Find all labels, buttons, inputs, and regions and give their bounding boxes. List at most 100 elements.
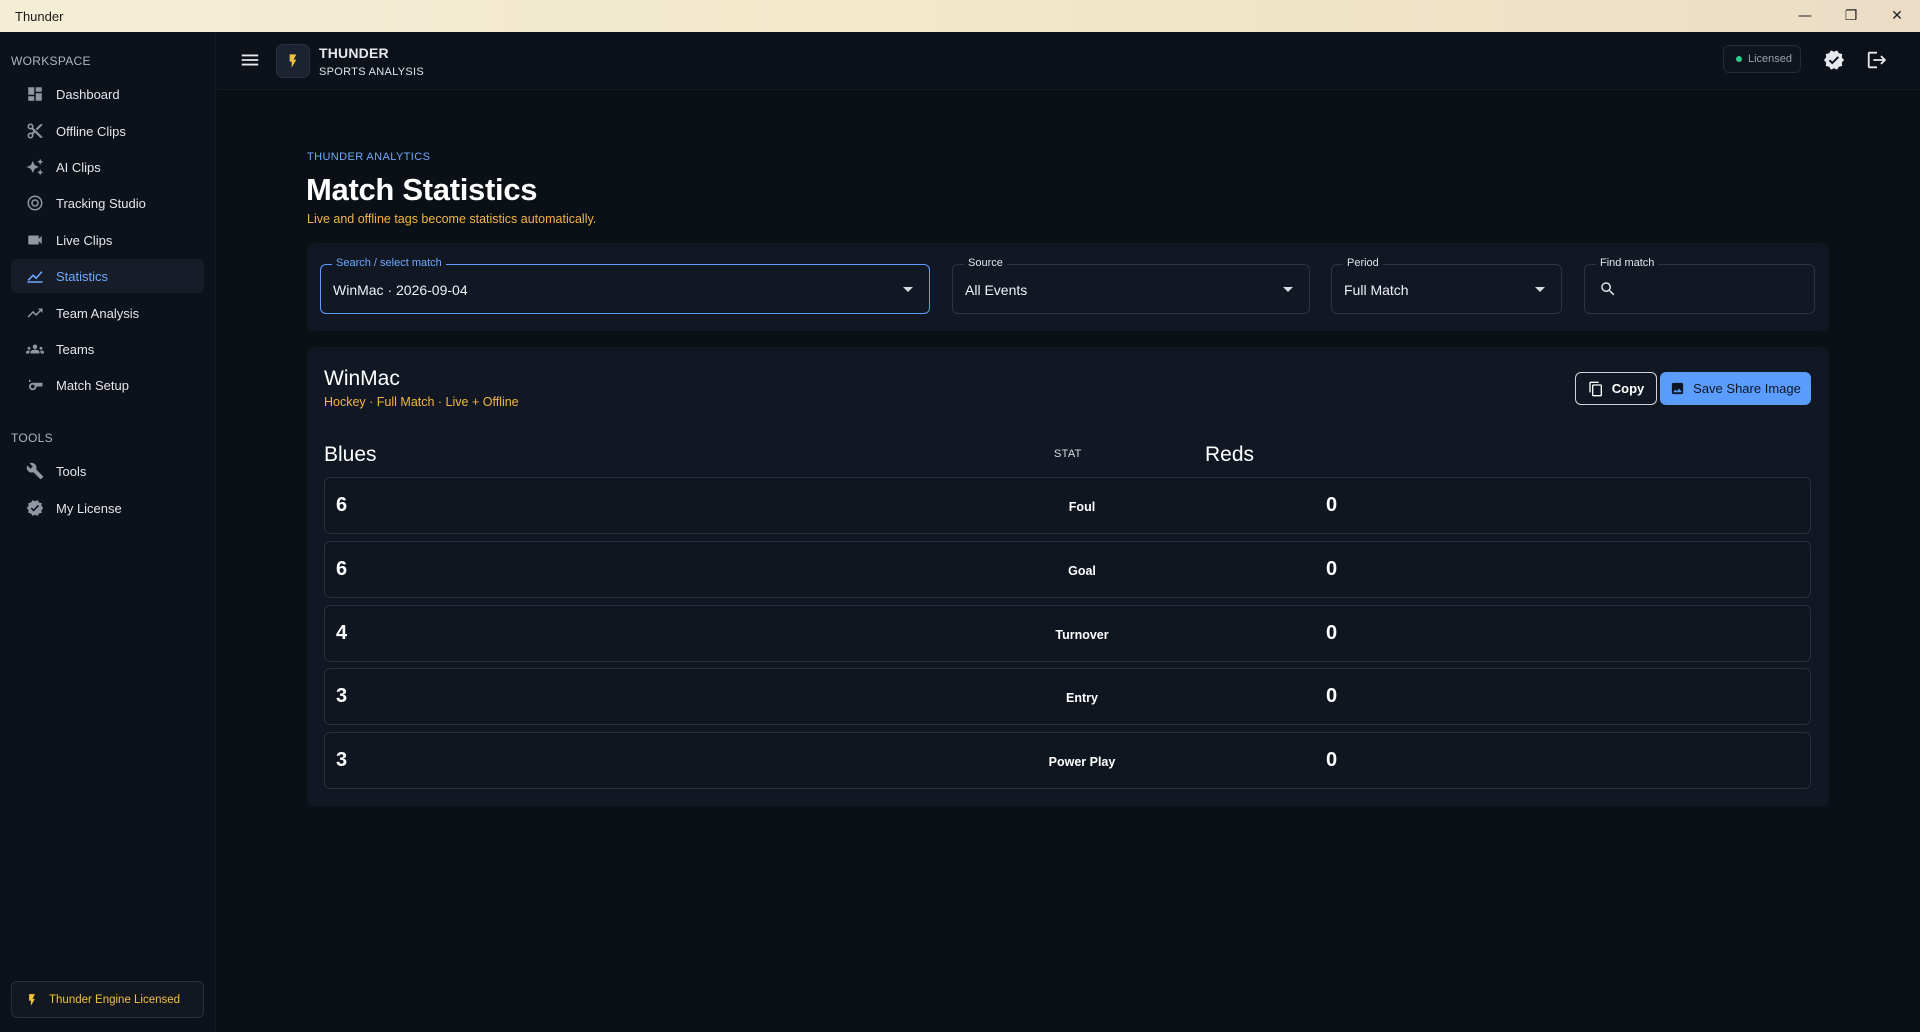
sidebar-item-tools[interactable]: Tools xyxy=(11,454,204,488)
sidebar-item-tracking-studio[interactable]: Tracking Studio xyxy=(11,186,204,220)
period-select[interactable]: Period Full Match xyxy=(1331,257,1562,314)
copy-icon xyxy=(1589,381,1602,396)
chevron-down-icon xyxy=(1535,287,1545,292)
sidebar-item-dashboard[interactable]: Dashboard xyxy=(11,77,204,111)
sidebar-item-teams[interactable]: Teams xyxy=(11,332,204,366)
sidebar-item-label: Statistics xyxy=(56,268,109,284)
left-team-value: 6 xyxy=(336,494,348,516)
license-status-badge: Licensed xyxy=(1723,45,1801,73)
sidebar-item-label: Tracking Studio xyxy=(56,195,146,211)
app-logo xyxy=(276,44,310,78)
lightning-icon xyxy=(25,993,39,1007)
logout-button[interactable] xyxy=(1866,49,1888,71)
sidebar-item-offline-clips[interactable]: Offline Clips xyxy=(11,114,204,148)
lightning-icon xyxy=(289,54,297,68)
stat-name: Foul xyxy=(1068,500,1096,514)
sidebar-item-label: My License xyxy=(56,500,122,516)
sidebar-item-live-clips[interactable]: Live Clips xyxy=(11,223,204,257)
sidebar-item-label: Tools xyxy=(56,463,87,479)
sidebar-item-match-setup[interactable]: Match Setup xyxy=(11,368,204,402)
sidebar: WORKSPACE Dashboard Offline Clips AI Cli… xyxy=(0,32,216,1032)
stat-name: Power Play xyxy=(1048,755,1116,769)
right-team-value: 0 xyxy=(1326,558,1338,580)
close-button[interactable]: ✕ xyxy=(1874,0,1920,32)
stat-row: 4 Turnover 0 xyxy=(324,605,1811,662)
find-match-input[interactable]: Find match xyxy=(1584,257,1815,314)
match-select-label: Search / select match xyxy=(332,257,446,269)
menu-toggle-button[interactable] xyxy=(239,49,261,76)
save-share-image-label: Save Share Image xyxy=(1693,381,1801,396)
brand-title: THUNDER xyxy=(319,45,389,61)
engine-license-badge: Thunder Engine Licensed xyxy=(11,981,204,1018)
video-camera-icon xyxy=(25,230,45,250)
stat-row: 6 Goal 0 xyxy=(324,541,1811,598)
match-name: WinMac xyxy=(324,367,400,390)
source-select-value: All Events xyxy=(965,282,1028,298)
match-stats-card: WinMac Hockey · Full Match · Live + Offl… xyxy=(307,347,1829,806)
chevron-down-icon xyxy=(1283,287,1293,292)
stat-name: Goal xyxy=(1068,564,1096,578)
sidebar-item-label: Team Analysis xyxy=(56,305,140,321)
right-team-value: 0 xyxy=(1326,622,1338,644)
dashboard-icon xyxy=(25,84,45,104)
sidebar-item-label: AI Clips xyxy=(56,159,101,175)
sidebar-item-my-license[interactable]: My License xyxy=(11,491,204,525)
image-icon xyxy=(1672,382,1684,395)
right-team-value: 0 xyxy=(1326,685,1338,707)
match-select[interactable]: Search / select match WinMac · 2026-09-0… xyxy=(320,257,930,314)
match-select-value: WinMac · 2026-09-04 xyxy=(333,282,468,298)
match-meta: Hockey · Full Match · Live + Offline xyxy=(324,395,519,409)
stat-column-header: STAT xyxy=(1054,448,1082,460)
filter-panel: Search / select match WinMac · 2026-09-0… xyxy=(307,243,1829,331)
sidebar-item-label: Match Setup xyxy=(56,377,129,393)
right-team-value: 0 xyxy=(1326,494,1338,516)
left-team-value: 4 xyxy=(336,622,348,644)
page-eyebrow: THUNDER ANALYTICS xyxy=(307,151,431,163)
tools-section-label: TOOLS xyxy=(11,431,53,445)
stat-row: 3 Power Play 0 xyxy=(324,732,1811,789)
source-select[interactable]: Source All Events xyxy=(952,257,1310,314)
scissors-icon xyxy=(25,121,45,141)
stat-name: Turnover xyxy=(1055,628,1109,642)
page-title: Match Statistics xyxy=(306,172,538,207)
window-titlebar: Thunder — ❐ ✕ xyxy=(0,0,1920,32)
period-select-label: Period xyxy=(1343,257,1383,269)
sidebar-item-label: Offline Clips xyxy=(56,123,126,139)
left-team-value: 3 xyxy=(336,685,348,707)
find-match-label: Find match xyxy=(1596,257,1659,269)
sparkles-icon xyxy=(25,157,45,177)
verified-icon xyxy=(1823,50,1845,70)
right-team-header: Reds xyxy=(1205,443,1255,466)
sidebar-item-label: Live Clips xyxy=(56,232,113,248)
sidebar-item-team-analysis[interactable]: Team Analysis xyxy=(11,296,204,330)
save-share-image-button[interactable]: Save Share Image xyxy=(1660,372,1811,405)
period-select-value: Full Match xyxy=(1344,282,1409,298)
right-team-value: 0 xyxy=(1326,749,1338,771)
license-verified-button[interactable] xyxy=(1823,49,1845,71)
sidebar-item-label: Teams xyxy=(56,341,95,357)
whistle-icon xyxy=(25,375,45,395)
left-team-header: Blues xyxy=(324,443,377,466)
hamburger-icon xyxy=(241,54,259,66)
top-header: THUNDER SPORTS ANALYSIS Licensed xyxy=(217,32,1920,90)
copy-button[interactable]: Copy xyxy=(1575,372,1657,405)
wrench-icon xyxy=(25,461,45,481)
search-icon xyxy=(1599,280,1617,298)
workspace-section-label: WORKSPACE xyxy=(11,54,91,68)
target-icon xyxy=(25,193,45,213)
engine-badge-label: Thunder Engine Licensed xyxy=(49,993,181,1006)
sidebar-item-ai-clips[interactable]: AI Clips xyxy=(11,150,204,184)
maximize-button[interactable]: ❐ xyxy=(1828,0,1874,32)
status-dot xyxy=(1736,56,1742,62)
brand-subtitle: SPORTS ANALYSIS xyxy=(319,66,424,78)
source-select-label: Source xyxy=(964,257,1007,269)
verified-icon xyxy=(25,498,45,518)
chevron-down-icon xyxy=(903,287,913,292)
left-team-value: 6 xyxy=(336,558,348,580)
copy-button-label: Copy xyxy=(1611,381,1645,396)
minimize-button[interactable]: — xyxy=(1782,0,1828,32)
stat-row: 3 Entry 0 xyxy=(324,668,1811,725)
sidebar-item-statistics[interactable]: Statistics xyxy=(11,259,204,293)
page-subtitle: Live and offline tags become statistics … xyxy=(307,212,597,226)
group-icon xyxy=(25,339,45,359)
